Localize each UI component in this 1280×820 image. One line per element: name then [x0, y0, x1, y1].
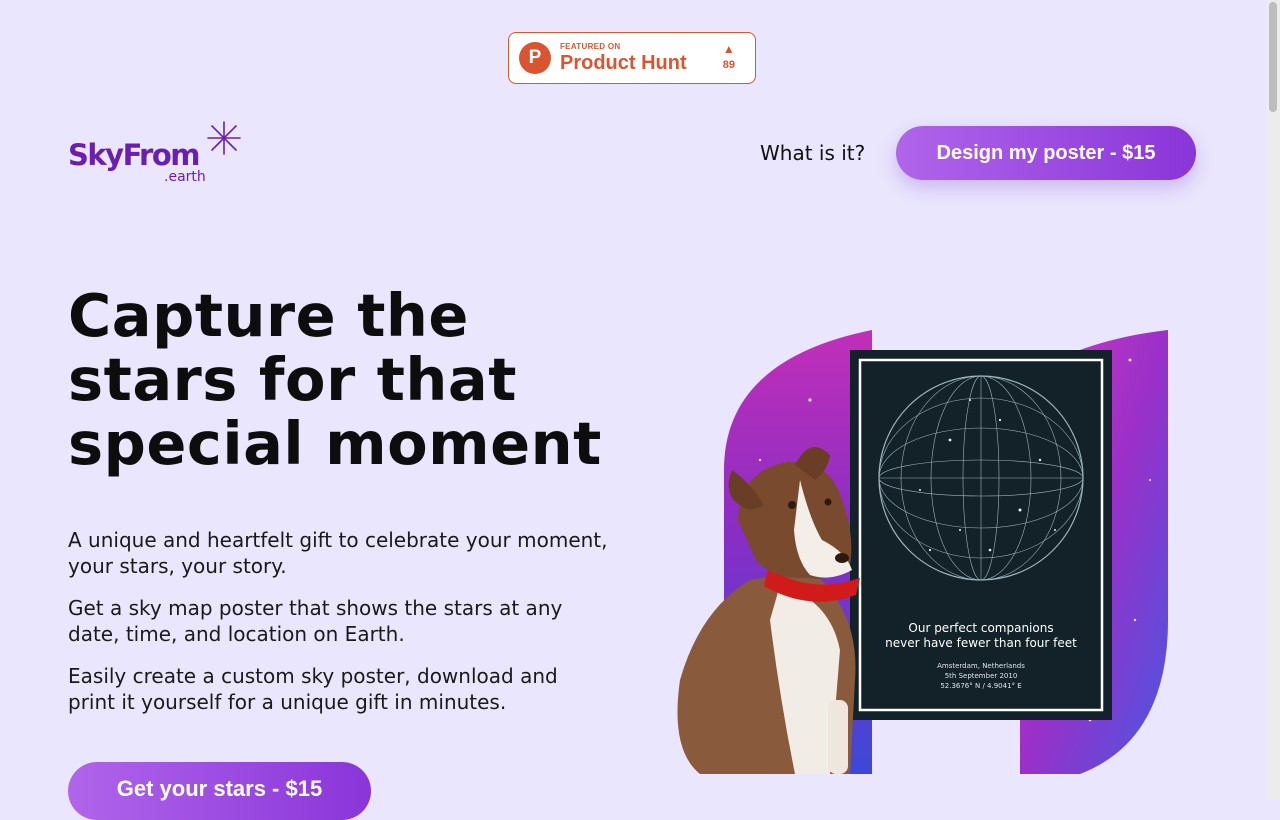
poster-location: Amsterdam, Netherlands [937, 662, 1025, 670]
nav-what-is-it[interactable]: What is it? [760, 141, 865, 165]
product-hunt-logo-icon: P [519, 42, 551, 74]
poster-coordinates: 52.3676° N / 4.9041° E [940, 682, 1021, 690]
hero-paragraph: Easily create a custom sky poster, downl… [68, 664, 558, 714]
hero-title: Capture the stars for that special momen… [68, 281, 602, 478]
asterisk-star-icon [207, 121, 241, 155]
hero-paragraph: Get a sky map poster that shows the star… [68, 596, 563, 646]
brand-tld: .earth [164, 169, 206, 185]
hero-illustration: Our perfect companions never have fewer … [677, 330, 1168, 774]
poster-quote-line2: never have fewer than four feet [885, 636, 1077, 650]
brand-logo[interactable]: SkyFrom .earth [68, 120, 248, 190]
scrollbar-thumb[interactable] [1269, 2, 1277, 112]
upvote-triangle-icon: ▲ [722, 42, 735, 56]
product-hunt-name: Product Hunt [560, 52, 687, 74]
product-hunt-badge[interactable]: P FEATURED ON Product Hunt ▲ 89 [508, 32, 756, 84]
brand-name: SkyFrom [68, 138, 200, 172]
product-hunt-votes: ▲ 89 [723, 43, 735, 71]
hero-paragraph: A unique and heartfelt gift to celebrate… [68, 528, 608, 578]
upvote-count: 89 [722, 59, 735, 71]
get-your-stars-button[interactable]: Get your stars - $15 [68, 762, 371, 820]
dog-illustration [677, 447, 860, 774]
page-scrollbar[interactable] [1266, 0, 1280, 800]
product-hunt-featured-label: FEATURED ON [560, 42, 621, 51]
design-poster-button[interactable]: Design my poster - $15 [896, 126, 1196, 180]
poster-quote-line1: Our perfect companions [908, 621, 1053, 635]
poster-date: 5th September 2010 [945, 672, 1018, 680]
